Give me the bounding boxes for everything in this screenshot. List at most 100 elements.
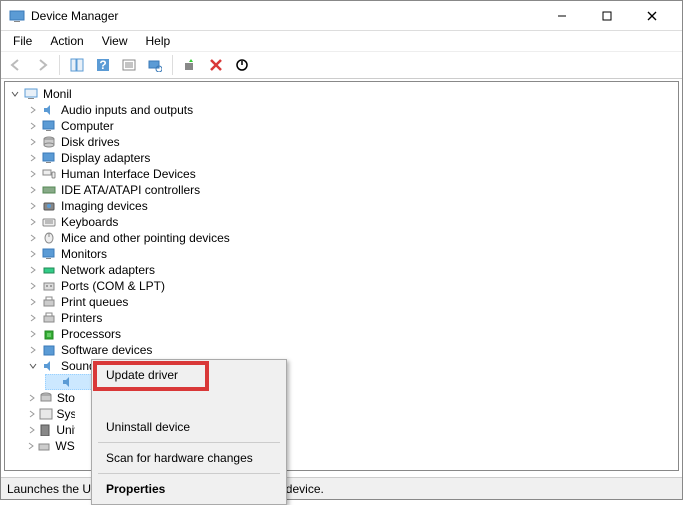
menu-view[interactable]: View <box>94 32 136 50</box>
category-icon <box>39 407 53 421</box>
category-icon <box>41 199 57 213</box>
ctx-separator <box>98 473 280 474</box>
forward-button[interactable] <box>31 54 53 76</box>
expand-icon[interactable] <box>27 344 39 356</box>
expand-icon[interactable] <box>27 296 39 308</box>
tree-category[interactable]: Printers <box>5 310 678 326</box>
tree-label: WSD <box>55 439 75 453</box>
expand-icon[interactable] <box>27 232 39 244</box>
tree-category[interactable]: Print queues <box>5 294 678 310</box>
tree-device-selected[interactable] <box>45 374 95 390</box>
expand-icon[interactable] <box>27 424 36 436</box>
tree-category[interactable]: Human Interface Devices <box>5 166 678 182</box>
expand-icon[interactable] <box>27 152 39 164</box>
tree-category[interactable]: IDE ATA/ATAPI controllers <box>5 182 678 198</box>
expand-icon[interactable] <box>27 248 39 260</box>
tree-label: Ports (COM & LPT) <box>61 279 165 293</box>
expand-icon[interactable] <box>27 440 35 452</box>
expand-icon[interactable] <box>27 120 39 132</box>
tree-label: Audio inputs and outputs <box>61 103 193 117</box>
expand-icon[interactable] <box>27 408 37 420</box>
app-icon <box>9 8 25 24</box>
expand-icon[interactable] <box>27 136 39 148</box>
window-title: Device Manager <box>31 9 539 23</box>
menu-file[interactable]: File <box>5 32 40 50</box>
tree-category[interactable]: Audio inputs and outputs <box>5 102 678 118</box>
tree-label: Monil <box>43 87 72 101</box>
category-icon <box>41 279 57 293</box>
ctx-properties[interactable]: Properties <box>94 476 284 502</box>
expand-icon[interactable] <box>27 392 37 404</box>
update-driver-button[interactable] <box>179 54 201 76</box>
expand-icon[interactable] <box>27 328 39 340</box>
expand-icon[interactable] <box>27 264 39 276</box>
tree-category[interactable]: Stor <box>5 390 75 406</box>
tree-category[interactable]: Imaging devices <box>5 198 678 214</box>
expand-icon[interactable] <box>27 104 39 116</box>
category-icon <box>41 103 57 117</box>
tree-label: Network adapters <box>61 263 155 277</box>
tree-label: Processors <box>61 327 121 341</box>
expand-icon[interactable] <box>27 360 39 372</box>
category-icon <box>38 423 52 437</box>
computer-icon <box>23 87 39 101</box>
back-button[interactable] <box>5 54 27 76</box>
category-icon <box>41 167 57 181</box>
menu-help[interactable]: Help <box>138 32 179 50</box>
category-icon <box>37 439 51 453</box>
expand-icon[interactable] <box>27 312 39 324</box>
expand-icon[interactable] <box>9 88 21 100</box>
expand-icon[interactable] <box>27 200 39 212</box>
tree-label: Human Interface Devices <box>61 167 196 181</box>
disable-button[interactable] <box>231 54 253 76</box>
maximize-button[interactable] <box>584 1 629 30</box>
menu-action[interactable]: Action <box>42 32 91 50</box>
minimize-button[interactable] <box>539 1 584 30</box>
tree-label: Monitors <box>61 247 107 261</box>
svg-text:?: ? <box>99 58 106 72</box>
expand-icon[interactable] <box>27 280 39 292</box>
category-icon <box>41 311 57 325</box>
ctx-separator <box>98 442 280 443</box>
tree-category[interactable]: Processors <box>5 326 678 342</box>
tree-label: Display adapters <box>61 151 150 165</box>
tree-category[interactable]: Keyboards <box>5 214 678 230</box>
tree-category[interactable]: Software devices <box>5 342 678 358</box>
tree-label: Printers <box>61 311 102 325</box>
category-icon <box>39 391 53 405</box>
tree-category[interactable]: Computer <box>5 118 678 134</box>
context-menu: Update driver Disable device Uninstall d… <box>91 359 287 505</box>
ctx-uninstall-device[interactable]: Uninstall device <box>94 414 284 440</box>
tree-category[interactable]: Monitors <box>5 246 678 262</box>
tree-category[interactable]: Ports (COM & LPT) <box>5 278 678 294</box>
ctx-update-driver[interactable]: Update driver <box>94 362 284 388</box>
scan-button[interactable] <box>144 54 166 76</box>
tree-root[interactable]: Monil <box>5 86 678 102</box>
show-hide-button[interactable] <box>66 54 88 76</box>
category-icon <box>41 151 57 165</box>
expand-icon[interactable] <box>27 168 39 180</box>
tree-category[interactable]: Network adapters <box>5 262 678 278</box>
tree-category[interactable]: Syst <box>5 406 75 422</box>
sound-icon <box>41 359 57 373</box>
category-icon <box>41 263 57 277</box>
tree-label: Stor <box>57 391 75 405</box>
expand-icon[interactable] <box>27 216 39 228</box>
tree-category[interactable]: WSD <box>5 438 75 454</box>
details-button[interactable] <box>118 54 140 76</box>
tree-label: Computer <box>61 119 114 133</box>
tree-category[interactable]: Display adapters <box>5 150 678 166</box>
close-button[interactable] <box>629 1 674 30</box>
menu-bar: File Action View Help <box>1 31 682 51</box>
tree-label: Mice and other pointing devices <box>61 231 230 245</box>
help-button[interactable]: ? <box>92 54 114 76</box>
ctx-scan-hardware[interactable]: Scan for hardware changes <box>94 445 284 471</box>
category-icon <box>41 119 57 133</box>
tree-category[interactable]: Mice and other pointing devices <box>5 230 678 246</box>
category-icon <box>41 343 57 357</box>
tree-label: Univ <box>56 423 75 437</box>
tree-category[interactable]: Disk drives <box>5 134 678 150</box>
uninstall-button[interactable] <box>205 54 227 76</box>
tree-category[interactable]: Univ <box>5 422 75 438</box>
expand-icon[interactable] <box>27 184 39 196</box>
